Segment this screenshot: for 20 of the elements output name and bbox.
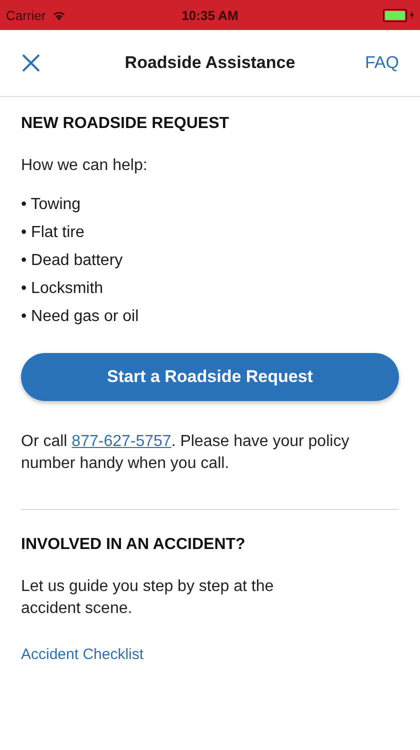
- status-time: 10:35 AM: [182, 8, 238, 22]
- intro-text: How we can help:: [21, 156, 148, 176]
- call-text: Or call 877-627-5757. Please have your policy number handy when you call.: [21, 432, 350, 474]
- faq-link[interactable]: FAQ: [364, 53, 399, 73]
- close-icon[interactable]: [21, 53, 41, 73]
- service-item: • Flat tire: [21, 223, 86, 243]
- phone-link[interactable]: 877-627-5757: [72, 433, 172, 450]
- start-request-button[interactable]: Start a Roadside Request: [21, 353, 399, 401]
- accident-checklist-link[interactable]: Accident Checklist: [21, 646, 144, 663]
- wifi-icon: [52, 10, 66, 20]
- battery-icon: [382, 8, 407, 22]
- section-heading: INVOLVED IN AN ACCIDENT?: [21, 536, 246, 554]
- section-heading: NEW ROADSIDE REQUEST: [21, 115, 230, 133]
- service-item: • Towing: [21, 195, 82, 215]
- screen-title: Roadside Assistance: [124, 53, 296, 73]
- service-item: • Locksmith: [21, 279, 104, 299]
- carrier-label: Carrier: [6, 8, 46, 22]
- service-item: • Dead battery: [21, 251, 124, 271]
- guide-text: Let us guide you step by step at the accident scene.: [21, 577, 275, 619]
- service-item: • Need gas or oil: [21, 307, 140, 327]
